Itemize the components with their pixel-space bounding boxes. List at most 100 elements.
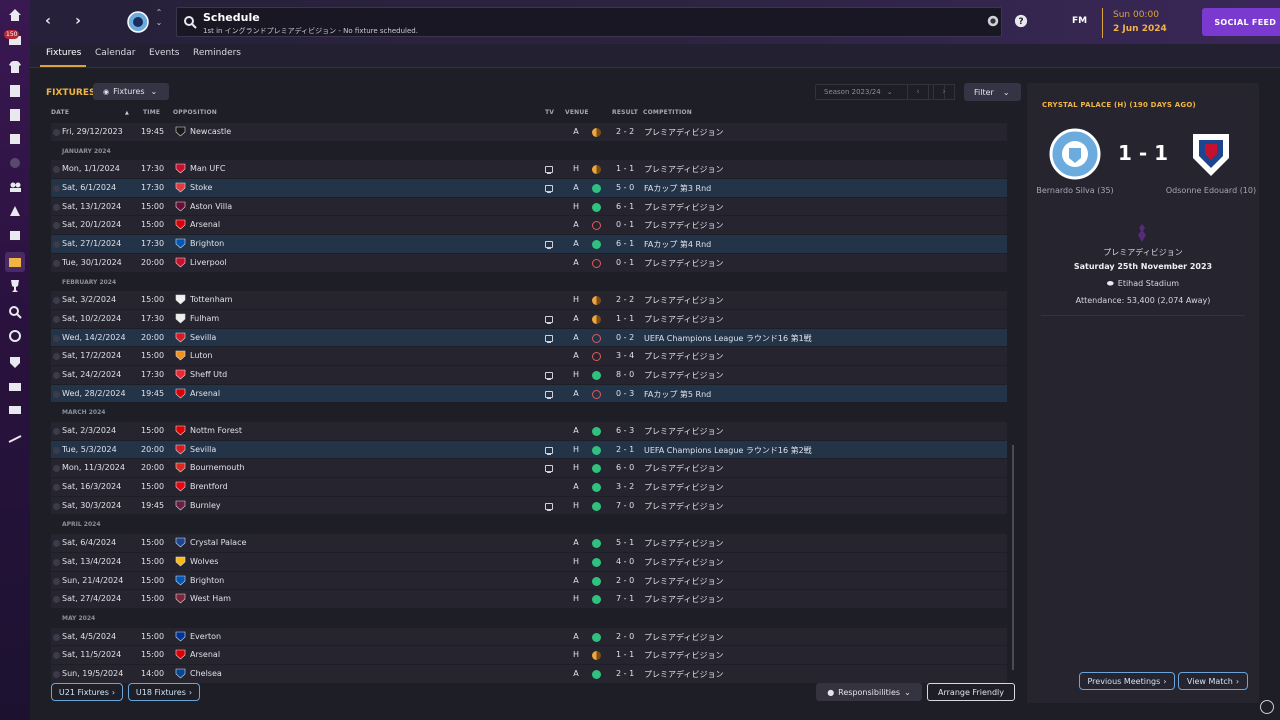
fixture-row[interactable]: Sat, 6/1/2024 17:30 Stoke A 5 - 0 FAカップ 第3 Rn… <box>51 179 1007 198</box>
col-result[interactable]: RESULT <box>612 109 638 116</box>
opponent-name[interactable]: Newcastle <box>190 127 231 136</box>
fixture-row[interactable]: Tue, 30/1/2024 20:00 Liverpool A 0 - 1 プレミアディ… <box>51 253 1007 273</box>
row-select-dot[interactable] <box>53 297 60 305</box>
fixture-row[interactable]: Sat, 10/2/2024 17:30 Fulham A 1 - 1 プレミアディビジョ… <box>51 309 1007 329</box>
chat-icon[interactable] <box>1260 700 1274 714</box>
u18-fixtures-button[interactable]: U18 Fixtures › <box>128 683 200 701</box>
u21-fixtures-button[interactable]: U21 Fixtures › <box>51 683 123 701</box>
result-score[interactable]: 7 - 0 <box>616 501 634 510</box>
col-tv[interactable]: TV <box>545 109 554 116</box>
back-arrow-icon[interactable]: ‹ <box>38 11 58 31</box>
competition-name[interactable]: プレミアディビジョン <box>644 594 723 605</box>
row-select-dot[interactable] <box>53 502 60 510</box>
club-crest-icon[interactable] <box>127 11 149 33</box>
filter-button[interactable]: Filter ⌄ <box>964 83 1021 101</box>
row-select-dot[interactable] <box>53 428 60 435</box>
fixture-row[interactable]: Sat, 24/2/2024 17:30 Sheff Utd H 8 - 0 プレミアディ… <box>51 365 1007 385</box>
fixture-row[interactable]: Sun, 21/4/2024 15:00 Brighton A 2 - 0 プレミアディビ… <box>51 571 1007 591</box>
competition-name[interactable]: FAカップ 第5 Rnd <box>644 389 711 400</box>
arrange-friendly-button[interactable]: Arrange Friendly <box>927 683 1015 701</box>
opponent-name[interactable]: Arsenal <box>190 220 220 229</box>
result-score[interactable]: 5 - 1 <box>616 538 634 547</box>
result-score[interactable]: 6 - 1 <box>616 239 634 248</box>
dev-centre-icon[interactable] <box>5 400 25 420</box>
opponent-name[interactable]: Nottm Forest <box>190 426 242 435</box>
scouting-icon[interactable] <box>5 302 25 322</box>
search-bar[interactable]: Schedule 1st in イングランドプレミアディビジョン - No fi… <box>176 7 1002 37</box>
row-select-dot[interactable] <box>53 558 60 566</box>
competition-name[interactable]: プレミアディビジョン <box>644 351 723 362</box>
opponent-name[interactable]: Luton <box>190 351 213 360</box>
next-season-button[interactable]: › <box>933 84 955 100</box>
result-score[interactable]: 6 - 3 <box>616 426 634 435</box>
result-score[interactable]: 2 - 1 <box>616 669 634 678</box>
result-score[interactable]: 6 - 0 <box>616 463 634 472</box>
development-icon[interactable] <box>5 225 25 245</box>
row-select-dot[interactable] <box>53 259 60 267</box>
opponent-name[interactable]: Fulham <box>190 314 219 323</box>
game-date[interactable]: Sun 00:00 2 Jun 2024 <box>1102 8 1182 38</box>
tab-reminders[interactable]: Reminders <box>193 48 241 58</box>
opponent-name[interactable]: Crystal Palace <box>190 538 246 547</box>
transfers-icon[interactable] <box>5 326 25 346</box>
row-select-dot[interactable] <box>53 465 60 473</box>
row-select-dot[interactable] <box>53 371 60 379</box>
col-date[interactable]: DATE <box>51 109 69 116</box>
competition-name[interactable]: プレミアディビジョン <box>644 370 723 381</box>
row-select-dot[interactable] <box>53 315 60 323</box>
help-icon[interactable]: ? <box>1013 13 1029 29</box>
row-select-dot[interactable] <box>53 222 60 230</box>
fixture-row[interactable]: Sat, 27/1/2024 17:30 Brighton A 6 - 1 FAカップ 第… <box>51 235 1007 254</box>
result-score[interactable]: 1 - 1 <box>616 164 634 173</box>
opponent-name[interactable]: Stoke <box>190 183 212 192</box>
result-score[interactable]: 0 - 3 <box>616 389 634 398</box>
fixture-row[interactable]: Sat, 20/1/2024 15:00 Arsenal A 0 - 1 プレミアディビジ… <box>51 216 1007 236</box>
col-venue[interactable]: VENUE <box>565 109 589 116</box>
result-score[interactable]: 0 - 2 <box>616 333 634 342</box>
view-match-button[interactable]: View Match › <box>1178 672 1248 690</box>
dynamics-icon[interactable] <box>5 129 25 149</box>
opponent-name[interactable]: Man UFC <box>190 164 225 173</box>
row-select-dot[interactable] <box>53 203 60 211</box>
competition-name[interactable]: プレミアディビジョン <box>644 576 723 587</box>
competition-name[interactable]: FAカップ 第3 Rnd <box>644 183 711 194</box>
result-score[interactable]: 7 - 1 <box>616 594 634 603</box>
fm-logo[interactable]: FM <box>1072 16 1087 26</box>
fixture-row[interactable]: Mon, 1/1/2024 17:30 Man UFC H 1 - 1 プレミアディビジョ… <box>51 160 1007 180</box>
competition-name[interactable]: プレミアディビジョン <box>644 220 723 231</box>
tab-fixtures[interactable]: Fixtures <box>46 48 81 58</box>
competition-name[interactable]: プレミアディビジョン <box>644 295 723 306</box>
row-select-dot[interactable] <box>53 446 60 454</box>
opponent-name[interactable]: West Ham <box>190 594 231 603</box>
data-icon[interactable] <box>5 105 25 125</box>
medical-icon[interactable] <box>5 153 25 173</box>
row-select-dot[interactable] <box>53 652 60 660</box>
fixture-row[interactable]: Tue, 5/3/2024 20:00 Sevilla H 2 - 1 UEFA Cham… <box>51 440 1007 460</box>
row-select-dot[interactable] <box>53 185 60 193</box>
opponent-name[interactable]: Arsenal <box>190 389 220 398</box>
fixture-row[interactable]: Mon, 11/3/2024 20:00 Bournemouth H 6 - 0 プレミア… <box>51 459 1007 479</box>
opponent-name[interactable]: Arsenal <box>190 650 220 659</box>
opponent-name[interactable]: Brighton <box>190 576 224 585</box>
competition-name[interactable]: プレミアディビジョン <box>644 314 723 325</box>
competition-name[interactable]: プレミアディビジョン <box>644 202 723 213</box>
col-competition[interactable]: COMPETITION <box>643 109 692 116</box>
fixture-row[interactable]: Sat, 11/5/2024 15:00 Arsenal H 1 - 1 プレミアディビジ… <box>51 646 1007 665</box>
row-select-dot[interactable] <box>53 596 60 604</box>
result-score[interactable]: 0 - 1 <box>616 220 634 229</box>
fixture-row[interactable]: Sat, 2/3/2024 15:00 Nottm Forest A 6 - 3 プレミア… <box>51 422 1007 441</box>
result-score[interactable]: 1 - 1 <box>616 650 634 659</box>
scrollbar[interactable] <box>1012 445 1014 670</box>
row-select-dot[interactable] <box>53 129 60 136</box>
opponent-name[interactable]: Chelsea <box>190 669 222 678</box>
result-score[interactable]: 6 - 1 <box>616 202 634 211</box>
fixture-row[interactable]: Sat, 27/4/2024 15:00 West Ham H 7 - 1 プレミアディビ… <box>51 590 1007 609</box>
result-score[interactable]: 2 - 1 <box>616 445 634 454</box>
competition-name[interactable]: プレミアディビジョン <box>644 632 723 643</box>
competitions-icon[interactable] <box>5 276 25 296</box>
row-select-dot[interactable] <box>53 633 60 641</box>
result-score[interactable]: 3 - 4 <box>616 351 634 360</box>
row-select-dot[interactable] <box>53 670 60 678</box>
competition-name[interactable]: プレミアディビジョン <box>644 127 723 138</box>
previous-meetings-button[interactable]: Previous Meetings › <box>1079 672 1175 690</box>
